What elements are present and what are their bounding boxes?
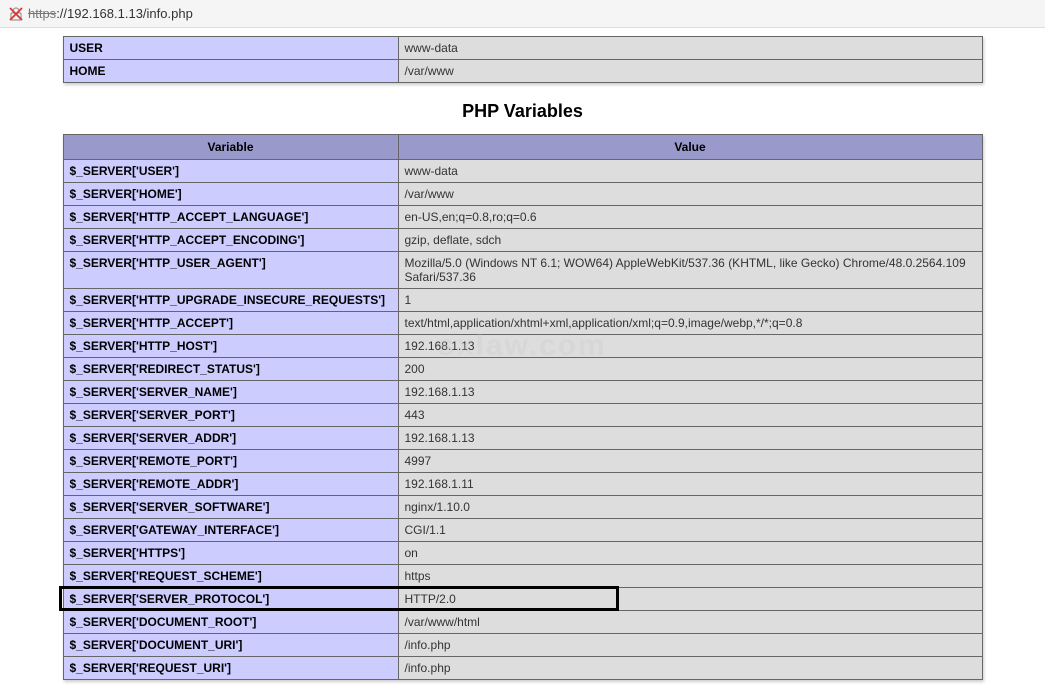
variable-value-cell: en-US,en;q=0.8,ro;q=0.6 [398, 206, 982, 229]
variable-value-cell: 192.168.1.11 [398, 473, 982, 496]
variable-name-cell: $_SERVER['REMOTE_ADDR'] [63, 473, 398, 496]
table-row: $_SERVER['HTTP_USER_AGENT']Mozilla/5.0 (… [63, 252, 982, 289]
table-row: $_SERVER['SERVER_SOFTWARE']nginx/1.10.0 [63, 496, 982, 519]
table-row: USERwww-data [63, 37, 982, 60]
variable-name-cell: $_SERVER['HTTPS'] [63, 542, 398, 565]
table-row: $_SERVER['HTTP_ACCEPT']text/html,applica… [63, 312, 982, 335]
env-value-cell: www-data [398, 37, 982, 60]
variable-value-cell: CGI/1.1 [398, 519, 982, 542]
variable-name-cell: $_SERVER['DOCUMENT_URI'] [63, 634, 398, 657]
variable-name-cell: $_SERVER['HTTP_HOST'] [63, 335, 398, 358]
table-row: $_SERVER['REMOTE_PORT']4997 [63, 450, 982, 473]
column-header-variable: Variable [63, 135, 398, 160]
variable-value-cell: /info.php [398, 657, 982, 680]
table-row: $_SERVER['REQUEST_SCHEME']https [63, 565, 982, 588]
column-header-value: Value [398, 135, 982, 160]
variable-name-cell: $_SERVER['REDIRECT_STATUS'] [63, 358, 398, 381]
variable-name-cell: $_SERVER['SERVER_ADDR'] [63, 427, 398, 450]
table-row: $_SERVER['HTTP_UPGRADE_INSECURE_REQUESTS… [63, 289, 982, 312]
variable-value-cell: 192.168.1.13 [398, 427, 982, 450]
variable-value-cell: 1 [398, 289, 982, 312]
table-row: $_SERVER['HOME']/var/www [63, 183, 982, 206]
variable-name-cell: $_SERVER['USER'] [63, 160, 398, 183]
variable-value-cell: 192.168.1.13 [398, 335, 982, 358]
table-row: $_SERVER['USER']www-data [63, 160, 982, 183]
table-row: $_SERVER['HTTP_HOST']192.168.1.13 [63, 335, 982, 358]
variable-name-cell: $_SERVER['HTTP_ACCEPT_ENCODING'] [63, 229, 398, 252]
variable-value-cell: 443 [398, 404, 982, 427]
variable-value-cell: https [398, 565, 982, 588]
table-row: $_SERVER['SERVER_NAME']192.168.1.13 [63, 381, 982, 404]
variable-value-cell: 200 [398, 358, 982, 381]
variable-name-cell: $_SERVER['SERVER_SOFTWARE'] [63, 496, 398, 519]
php-variables-table: Variable Value $_SERVER['USER']www-data$… [63, 134, 983, 680]
table-row: $_SERVER['REDIRECT_STATUS']200 [63, 358, 982, 381]
table-row: $_SERVER['HTTPS']on [63, 542, 982, 565]
variable-value-cell: HTTP/2.0 [398, 588, 982, 611]
table-row: $_SERVER['DOCUMENT_URI']/info.php [63, 634, 982, 657]
variable-value-cell: /var/www [398, 183, 982, 206]
variable-name-cell: $_SERVER['HTTP_UPGRADE_INSECURE_REQUESTS… [63, 289, 398, 312]
variable-value-cell: nginx/1.10.0 [398, 496, 982, 519]
table-header-row: Variable Value [63, 135, 982, 160]
table-row: $_SERVER['HTTP_ACCEPT_ENCODING']gzip, de… [63, 229, 982, 252]
env-key-cell: USER [63, 37, 398, 60]
variable-name-cell: $_SERVER['GATEWAY_INTERFACE'] [63, 519, 398, 542]
variable-value-cell: /var/www/html [398, 611, 982, 634]
variable-value-cell: gzip, deflate, sdch [398, 229, 982, 252]
variable-value-cell: 192.168.1.13 [398, 381, 982, 404]
url-protocol-strike: https [28, 6, 56, 21]
section-heading-php-variables: PHP Variables [0, 101, 1045, 122]
table-row: $_SERVER['DOCUMENT_ROOT']/var/www/html [63, 611, 982, 634]
variable-value-cell: text/html,application/xhtml+xml,applicat… [398, 312, 982, 335]
variable-name-cell: $_SERVER['REQUEST_URI'] [63, 657, 398, 680]
variable-name-cell: $_SERVER['SERVER_NAME'] [63, 381, 398, 404]
ssl-error-icon [8, 6, 24, 22]
variable-value-cell: /info.php [398, 634, 982, 657]
table-row: $_SERVER['SERVER_PORT']443 [63, 404, 982, 427]
variable-name-cell: $_SERVER['SERVER_PROTOCOL'] [63, 588, 398, 611]
table-row: $_SERVER['GATEWAY_INTERFACE']CGI/1.1 [63, 519, 982, 542]
table-row: $_SERVER['REMOTE_ADDR']192.168.1.11 [63, 473, 982, 496]
env-value-cell: /var/www [398, 60, 982, 83]
variable-value-cell: on [398, 542, 982, 565]
browser-address-bar[interactable]: https://192.168.1.13/info.php [0, 0, 1045, 28]
table-row: $_SERVER['SERVER_ADDR']192.168.1.13 [63, 427, 982, 450]
variable-name-cell: $_SERVER['DOCUMENT_ROOT'] [63, 611, 398, 634]
variable-value-cell: 4997 [398, 450, 982, 473]
table-row: HOME/var/www [63, 60, 982, 83]
variable-name-cell: $_SERVER['HTTP_ACCEPT'] [63, 312, 398, 335]
variable-name-cell: $_SERVER['HTTP_ACCEPT_LANGUAGE'] [63, 206, 398, 229]
variable-name-cell: $_SERVER['REQUEST_SCHEME'] [63, 565, 398, 588]
url-path: ://192.168.1.13/info.php [56, 6, 193, 21]
env-key-cell: HOME [63, 60, 398, 83]
page-content: USERwww-dataHOME/var/www PHP Variables V… [0, 28, 1045, 688]
url-display[interactable]: https://192.168.1.13/info.php [28, 6, 193, 21]
variable-name-cell: $_SERVER['SERVER_PORT'] [63, 404, 398, 427]
variable-name-cell: $_SERVER['HOME'] [63, 183, 398, 206]
variable-name-cell: $_SERVER['HTTP_USER_AGENT'] [63, 252, 398, 289]
environment-table: USERwww-dataHOME/var/www [63, 36, 983, 83]
table-row: $_SERVER['REQUEST_URI']/info.php [63, 657, 982, 680]
variable-value-cell: Mozilla/5.0 (Windows NT 6.1; WOW64) Appl… [398, 252, 982, 289]
table-row: $_SERVER['HTTP_ACCEPT_LANGUAGE']en-US,en… [63, 206, 982, 229]
table-row: $_SERVER['SERVER_PROTOCOL']HTTP/2.0 [63, 588, 982, 611]
variable-value-cell: www-data [398, 160, 982, 183]
variable-name-cell: $_SERVER['REMOTE_PORT'] [63, 450, 398, 473]
